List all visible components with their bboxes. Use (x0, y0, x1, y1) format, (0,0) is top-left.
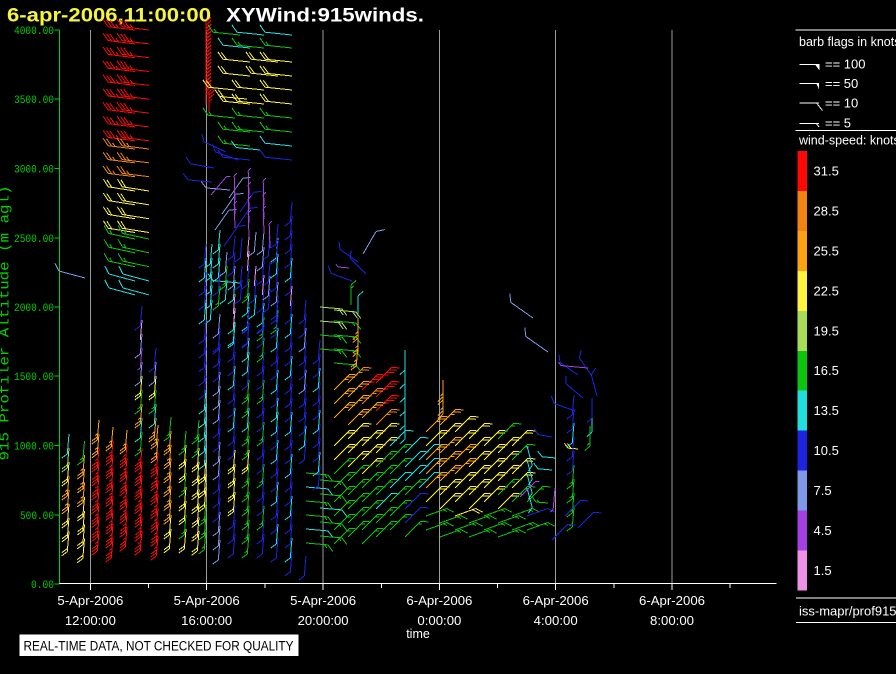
svg-text:5-Apr-2006: 5-Apr-2006 (174, 594, 240, 608)
svg-text:6-Apr-2006: 6-Apr-2006 (639, 594, 705, 608)
svg-text:10.5: 10.5 (814, 443, 839, 458)
svg-text:time: time (406, 627, 430, 641)
svg-text:5-Apr-2006: 5-Apr-2006 (290, 594, 356, 608)
svg-text:XYWind:915winds.: XYWind:915winds. (226, 6, 424, 27)
svg-text:REAL-TIME DATA, NOT CHECKED FO: REAL-TIME DATA, NOT CHECKED FOR QUALITY (24, 639, 294, 654)
svg-text:0.00: 0.00 (31, 580, 54, 592)
svg-text:7.5: 7.5 (814, 483, 832, 498)
svg-text:31.5: 31.5 (814, 164, 839, 179)
svg-text:4000.00: 4000.00 (14, 26, 54, 38)
svg-text:1.5: 1.5 (814, 563, 832, 578)
svg-text:3000.00: 3000.00 (14, 165, 54, 177)
svg-text:4.5: 4.5 (814, 523, 832, 538)
svg-text:1000.00: 1000.00 (14, 442, 54, 454)
svg-text:== 10: == 10 (825, 96, 858, 111)
svg-text:22.5: 22.5 (814, 283, 839, 298)
svg-text:4:00:00: 4:00:00 (534, 614, 578, 628)
svg-text:25.5: 25.5 (814, 243, 839, 258)
svg-text:500.00: 500.00 (20, 511, 54, 523)
svg-text:barb flags in knots: barb flags in knots (799, 35, 896, 49)
svg-text:== 100: == 100 (825, 57, 866, 72)
svg-text:== 5: == 5 (825, 116, 851, 131)
svg-text:19.5: 19.5 (814, 323, 839, 338)
svg-text:16:00:00: 16:00:00 (181, 614, 232, 628)
svg-text:28.5: 28.5 (814, 203, 839, 218)
svg-text:2000.00: 2000.00 (14, 303, 54, 315)
svg-text:5-Apr-2006: 5-Apr-2006 (57, 594, 123, 608)
svg-text:8:00:00: 8:00:00 (650, 614, 694, 628)
svg-text:0:00:00: 0:00:00 (417, 614, 461, 628)
svg-text:20:00:00: 20:00:00 (298, 614, 349, 628)
svg-text:915 Profiler Altitude (m agl): 915 Profiler Altitude (m agl) (0, 186, 14, 461)
svg-text:== 50: == 50 (825, 76, 858, 91)
svg-text:1500.00: 1500.00 (14, 372, 54, 384)
svg-text:12:00:00: 12:00:00 (65, 614, 116, 628)
svg-text:iss-mapr/prof915lap: iss-mapr/prof915lap (799, 604, 896, 619)
svg-text:2500.00: 2500.00 (14, 234, 54, 246)
svg-text:3500.00: 3500.00 (14, 95, 54, 107)
svg-text:6-Apr-2006: 6-Apr-2006 (523, 594, 589, 608)
svg-text:16.5: 16.5 (814, 363, 839, 378)
svg-text:6-Apr-2006: 6-Apr-2006 (406, 594, 472, 608)
svg-text:wind-speed: knots: wind-speed: knots (798, 134, 896, 148)
svg-text:13.5: 13.5 (814, 403, 839, 418)
